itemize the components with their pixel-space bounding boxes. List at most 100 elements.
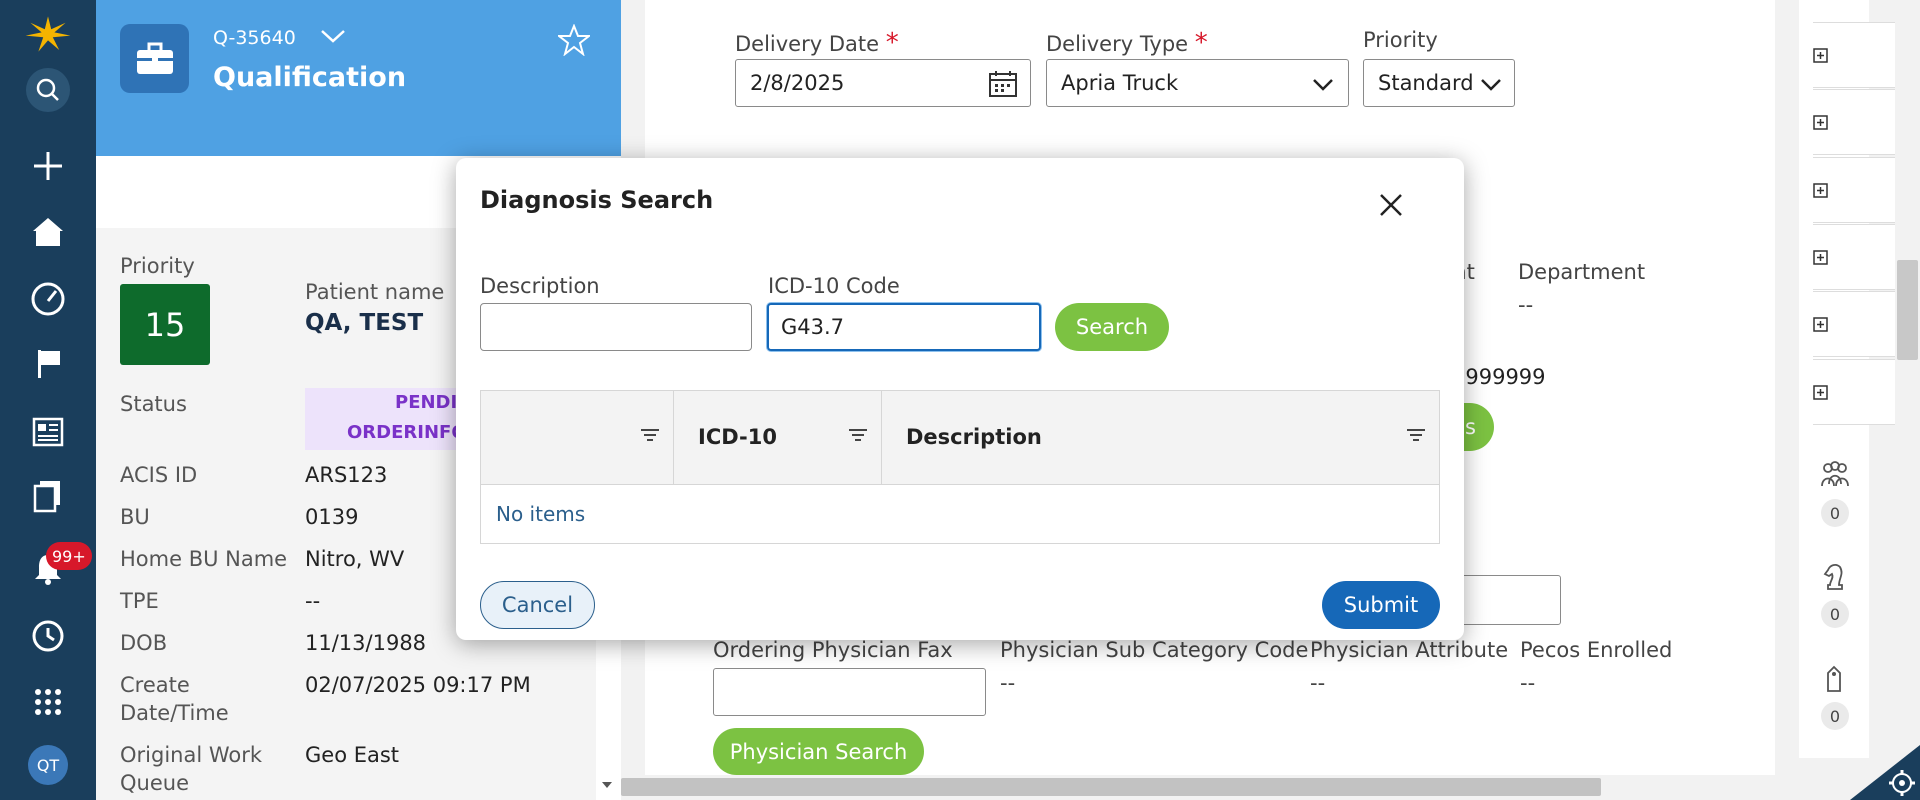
filter-icon[interactable] bbox=[848, 428, 868, 444]
required-mark: * bbox=[885, 28, 899, 58]
team-count: 0 bbox=[1821, 499, 1849, 527]
chevron-down-icon bbox=[1480, 78, 1502, 92]
case-title: Qualification bbox=[213, 62, 407, 93]
home-bu-label: Home BU Name bbox=[120, 547, 288, 571]
delivery-date-field[interactable]: 2/8/2025 bbox=[735, 59, 1031, 107]
documents-icon[interactable] bbox=[24, 472, 72, 520]
dob-value: 11/13/1988 bbox=[305, 631, 427, 655]
horizontal-scroll-thumb[interactable] bbox=[621, 778, 1601, 796]
submit-button[interactable]: Submit bbox=[1322, 581, 1440, 629]
status-label: Status bbox=[120, 392, 187, 416]
acis-value: ARS123 bbox=[305, 463, 388, 487]
left-nav: 99+ QT bbox=[0, 0, 96, 800]
tag-count: 0 bbox=[1821, 702, 1849, 730]
department-value: -- bbox=[1518, 293, 1534, 317]
priority-value: 15 bbox=[120, 284, 210, 365]
delivery-type-select[interactable]: Apria Truck bbox=[1046, 59, 1349, 107]
column-divider bbox=[673, 391, 674, 485]
rail-expander[interactable] bbox=[1813, 89, 1897, 155]
history-icon[interactable] bbox=[24, 612, 72, 660]
close-icon[interactable] bbox=[1370, 184, 1412, 226]
plus-box-icon bbox=[1813, 385, 1828, 400]
plus-icon[interactable] bbox=[24, 142, 72, 190]
rail-expander[interactable] bbox=[1813, 359, 1897, 425]
plus-box-icon bbox=[1813, 115, 1828, 130]
knight-count: 0 bbox=[1821, 600, 1849, 628]
vertical-scroll-thumb[interactable] bbox=[1897, 260, 1918, 360]
vertical-scrollbar[interactable] bbox=[1895, 0, 1920, 800]
notification-badge: 99+ bbox=[46, 542, 92, 570]
plus-box-icon bbox=[1813, 317, 1828, 332]
delivery-type-label: Delivery Type * bbox=[1046, 28, 1208, 58]
description-label: Description bbox=[480, 274, 600, 298]
physician-sub-label: Physician Sub Category Code bbox=[1000, 638, 1309, 662]
required-mark: * bbox=[1194, 28, 1208, 58]
tpe-label: TPE bbox=[120, 589, 159, 613]
owq-label-1: Original Work bbox=[120, 743, 263, 767]
logo-icon[interactable] bbox=[24, 10, 72, 58]
department-label: Department bbox=[1518, 260, 1646, 284]
create-value: 02/07/2025 09:17 PM bbox=[305, 673, 531, 697]
physician-attr-value: -- bbox=[1310, 671, 1326, 695]
home-bu-value: Nitro, WV bbox=[305, 547, 405, 571]
chess-knight-icon[interactable] bbox=[1822, 562, 1848, 592]
icd-code-label: ICD-10 Code bbox=[768, 274, 900, 298]
rail-expander[interactable] bbox=[1813, 224, 1897, 290]
pecos-label: Pecos Enrolled bbox=[1520, 638, 1673, 662]
home-icon[interactable] bbox=[24, 208, 72, 256]
physician-attr-label: Physician Attribute bbox=[1310, 638, 1509, 662]
settings-corner[interactable] bbox=[1850, 745, 1920, 800]
physician-sub-value: -- bbox=[1000, 671, 1016, 695]
icd-code-input[interactable] bbox=[767, 303, 1041, 351]
owq-label-2: Queue bbox=[120, 771, 189, 795]
priority-field-label: Priority bbox=[1363, 28, 1438, 52]
column-header-icd10[interactable]: ICD-10 bbox=[698, 425, 777, 449]
delivery-type-value: Apria Truck bbox=[1061, 71, 1179, 95]
rail-expander[interactable] bbox=[1813, 291, 1897, 357]
create-label-2: Date/Time bbox=[120, 701, 229, 725]
team-icon[interactable] bbox=[1820, 460, 1850, 488]
chevron-down-icon[interactable] bbox=[320, 28, 346, 44]
ordering-fax-label: Ordering Physician Fax bbox=[713, 638, 953, 662]
priority-select[interactable]: Standard bbox=[1363, 59, 1515, 107]
apps-grid-icon[interactable] bbox=[24, 678, 72, 726]
ordering-fax-input[interactable] bbox=[713, 668, 986, 716]
bu-value: 0139 bbox=[305, 505, 359, 529]
phone-fragment: 9999999 bbox=[1452, 365, 1546, 389]
search-icon[interactable] bbox=[24, 66, 72, 114]
physician-search-button[interactable]: Physician Search bbox=[713, 728, 924, 775]
description-input[interactable] bbox=[480, 303, 752, 351]
create-label-1: Create bbox=[120, 673, 190, 697]
plus-box-icon bbox=[1813, 250, 1828, 265]
scroll-down-icon[interactable] bbox=[600, 780, 614, 790]
patient-name-label: Patient name bbox=[305, 280, 445, 304]
newspaper-icon[interactable] bbox=[24, 408, 72, 456]
briefcase-icon bbox=[120, 24, 189, 93]
flag-icon[interactable] bbox=[24, 340, 72, 388]
tag-icon[interactable] bbox=[1824, 665, 1844, 693]
bu-label: BU bbox=[120, 505, 150, 529]
dashboard-icon[interactable] bbox=[24, 275, 72, 323]
delivery-date-label: Delivery Date * bbox=[735, 28, 899, 58]
owq-value: Geo East bbox=[305, 743, 400, 767]
priority-select-value: Standard bbox=[1378, 71, 1474, 95]
calendar-icon[interactable] bbox=[988, 70, 1018, 98]
plus-box-icon bbox=[1813, 48, 1828, 63]
star-icon[interactable] bbox=[558, 24, 590, 56]
avatar[interactable]: QT bbox=[28, 745, 68, 785]
rail-expander[interactable] bbox=[1813, 157, 1897, 223]
empty-state-text: No items bbox=[496, 502, 586, 526]
filter-icon[interactable] bbox=[1406, 428, 1426, 444]
pecos-value: -- bbox=[1520, 671, 1536, 695]
filter-icon[interactable] bbox=[640, 428, 660, 444]
search-button[interactable]: Search bbox=[1055, 303, 1169, 351]
dob-label: DOB bbox=[120, 631, 168, 655]
rail-expander[interactable] bbox=[1813, 22, 1897, 88]
cancel-button[interactable]: Cancel bbox=[480, 581, 595, 629]
column-header-description[interactable]: Description bbox=[906, 425, 1042, 449]
dialog-title: Diagnosis Search bbox=[480, 186, 714, 214]
chevron-down-icon bbox=[1312, 78, 1334, 92]
acis-label: ACIS ID bbox=[120, 463, 198, 487]
column-divider bbox=[881, 391, 882, 485]
priority-label: Priority bbox=[120, 254, 195, 278]
